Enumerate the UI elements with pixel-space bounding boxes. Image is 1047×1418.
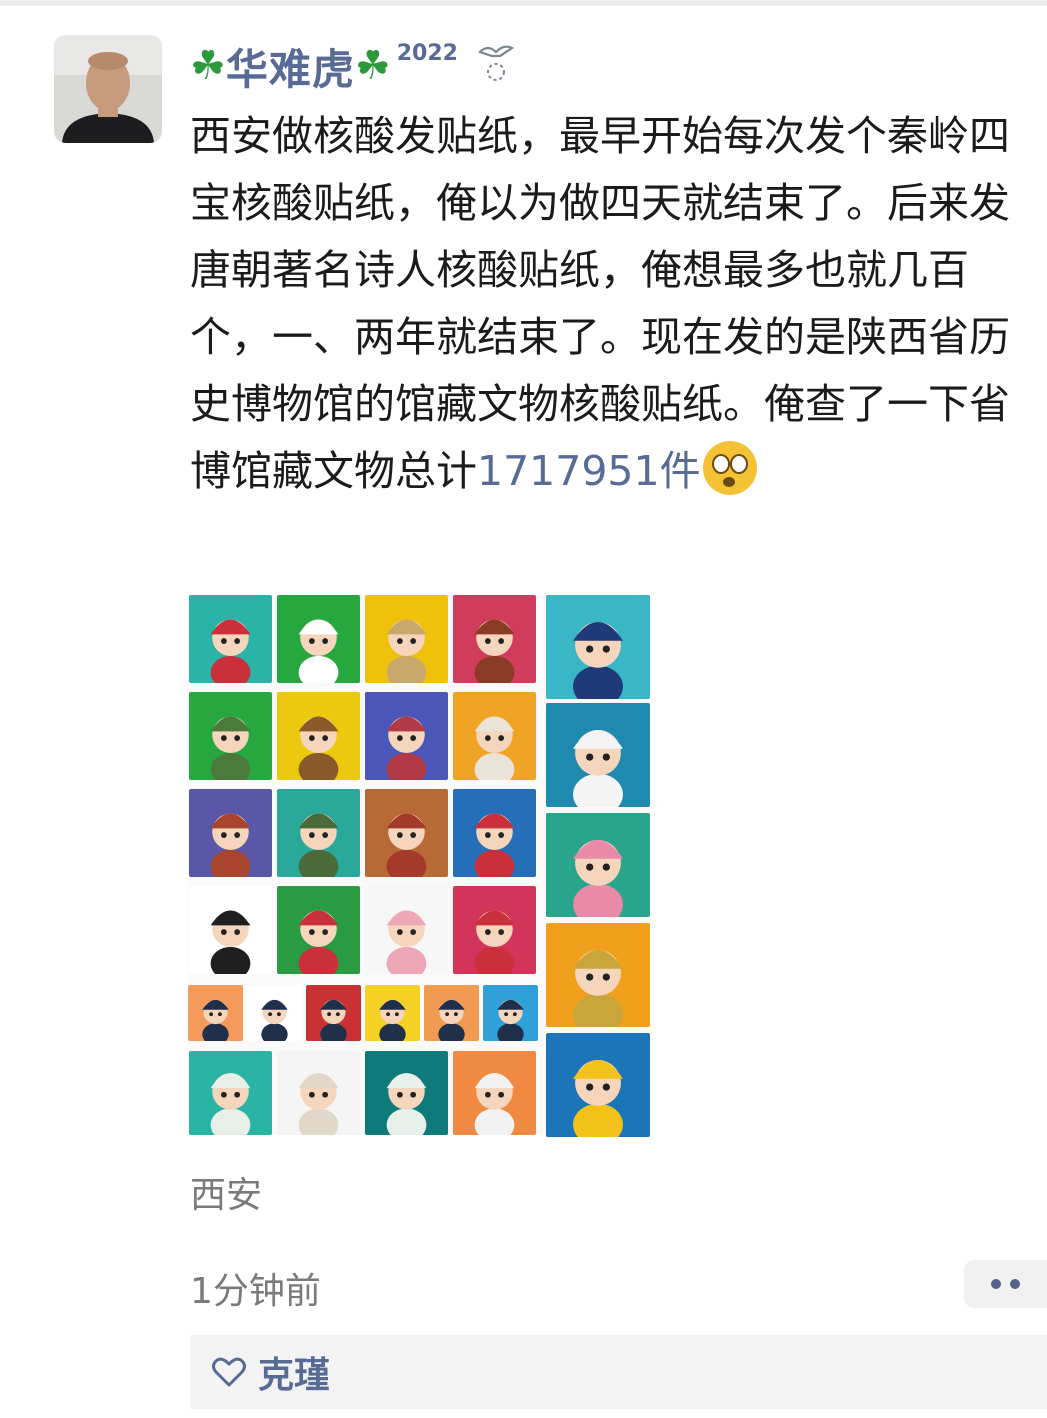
cartoon-figure-icon xyxy=(573,622,623,699)
sticker-tile[interactable] xyxy=(546,595,650,699)
cartoon-figure-icon xyxy=(210,1073,251,1135)
cartoon-figure-icon xyxy=(386,910,427,974)
post-header: ☘ 华难虎 ☘ 2022 xyxy=(190,34,516,98)
cartoon-figure-icon xyxy=(210,716,251,780)
sticker-tile[interactable] xyxy=(546,923,650,1027)
cartoon-figure-icon xyxy=(320,999,347,1041)
liker-name[interactable]: 克瑾 xyxy=(258,1346,330,1398)
sticker-tile[interactable] xyxy=(189,692,272,780)
location-link[interactable]: 西安 xyxy=(190,1166,262,1218)
artifact-count: 1717951件 xyxy=(477,447,701,495)
cartoon-figure-icon xyxy=(386,813,427,877)
cartoon-figure-icon xyxy=(210,813,251,877)
sticker-tile[interactable] xyxy=(365,692,448,780)
cartoon-figure-icon xyxy=(573,730,623,807)
sticker-tile[interactable] xyxy=(277,692,360,780)
sticker-tile[interactable] xyxy=(277,886,360,974)
cartoon-figure-icon xyxy=(298,1073,339,1135)
sticker-tile[interactable] xyxy=(277,595,360,683)
top-divider xyxy=(0,0,1047,6)
sticker-tile[interactable] xyxy=(546,813,650,917)
post-text: 西安做核酸发贴纸，最早开始每次发个秦岭四宝核酸贴纸，俺以为做四天就结束了。后来发… xyxy=(190,112,1010,495)
sticker-tile[interactable] xyxy=(453,692,536,780)
sticker-tile[interactable] xyxy=(546,1033,650,1137)
sticker-tile[interactable] xyxy=(546,703,650,807)
sticker-tile[interactable] xyxy=(483,985,538,1041)
sticker-tile[interactable] xyxy=(365,985,420,1041)
post-body: 西安做核酸发贴纸，最早开始每次发个秦岭四宝核酸贴纸，俺以为做四天就结束了。后来发… xyxy=(190,103,1030,505)
cartoon-figure-icon xyxy=(298,813,339,877)
sticker-tile[interactable] xyxy=(453,789,536,877)
cartoon-figure-icon xyxy=(573,840,623,917)
sticker-tile[interactable] xyxy=(365,789,448,877)
sticker-image-grid[interactable] xyxy=(188,595,650,1137)
cartoon-figure-icon xyxy=(386,619,427,683)
cartoon-figure-icon xyxy=(497,999,524,1041)
cartoon-figure-icon xyxy=(438,999,465,1041)
heart-outline-icon xyxy=(212,1357,246,1387)
cartoon-figure-icon xyxy=(573,1060,623,1137)
flushed-face-icon xyxy=(702,441,757,495)
sticker-tile[interactable] xyxy=(453,886,536,974)
cartoon-figure-icon xyxy=(210,910,251,974)
cartoon-figure-icon xyxy=(386,716,427,780)
ox-horn-icon xyxy=(477,45,515,81)
avatar-image xyxy=(54,35,162,143)
sticker-tile[interactable] xyxy=(189,886,272,974)
year-badge: 2022 xyxy=(396,40,458,66)
clover-icon: ☘ xyxy=(190,43,226,89)
clover-icon: ☘ xyxy=(354,43,391,89)
cartoon-figure-icon xyxy=(298,910,339,974)
cartoon-figure-icon xyxy=(474,1073,515,1135)
sticker-tile[interactable] xyxy=(365,886,448,974)
cartoon-figure-icon xyxy=(386,1073,427,1135)
cartoon-figure-icon xyxy=(474,619,515,683)
post-time: 1分钟前 xyxy=(190,1271,321,1312)
cartoon-figure-icon xyxy=(474,813,515,877)
avatar[interactable] xyxy=(54,35,162,143)
likes-bar: 克瑾 xyxy=(190,1335,1047,1409)
cartoon-figure-icon xyxy=(210,619,251,683)
cartoon-figure-icon xyxy=(474,716,515,780)
sticker-tile[interactable] xyxy=(188,985,243,1041)
more-options-button[interactable] xyxy=(964,1260,1047,1308)
cartoon-figure-icon xyxy=(261,999,288,1041)
cartoon-figure-icon xyxy=(573,950,623,1027)
cartoon-figure-icon xyxy=(298,716,339,780)
cartoon-figure-icon xyxy=(202,999,229,1041)
sticker-tile[interactable] xyxy=(306,985,361,1041)
sticker-tile[interactable] xyxy=(277,1051,360,1135)
sticker-tile[interactable] xyxy=(189,789,272,877)
sticker-tile[interactable] xyxy=(365,1051,448,1135)
sticker-tile[interactable] xyxy=(189,1051,272,1135)
dot-icon xyxy=(991,1279,1001,1289)
sticker-tile[interactable] xyxy=(365,595,448,683)
dot-icon xyxy=(1010,1279,1020,1289)
sticker-tile[interactable] xyxy=(189,595,272,683)
cartoon-figure-icon xyxy=(474,910,515,974)
username-link[interactable]: 华难虎 xyxy=(226,36,355,97)
sticker-tile[interactable] xyxy=(453,1051,536,1135)
sticker-tile[interactable] xyxy=(277,789,360,877)
sticker-tile[interactable] xyxy=(453,595,536,683)
cartoon-figure-icon xyxy=(379,999,406,1041)
sticker-tile[interactable] xyxy=(424,985,479,1041)
cartoon-figure-icon xyxy=(298,619,339,683)
sticker-tile[interactable] xyxy=(247,985,302,1041)
